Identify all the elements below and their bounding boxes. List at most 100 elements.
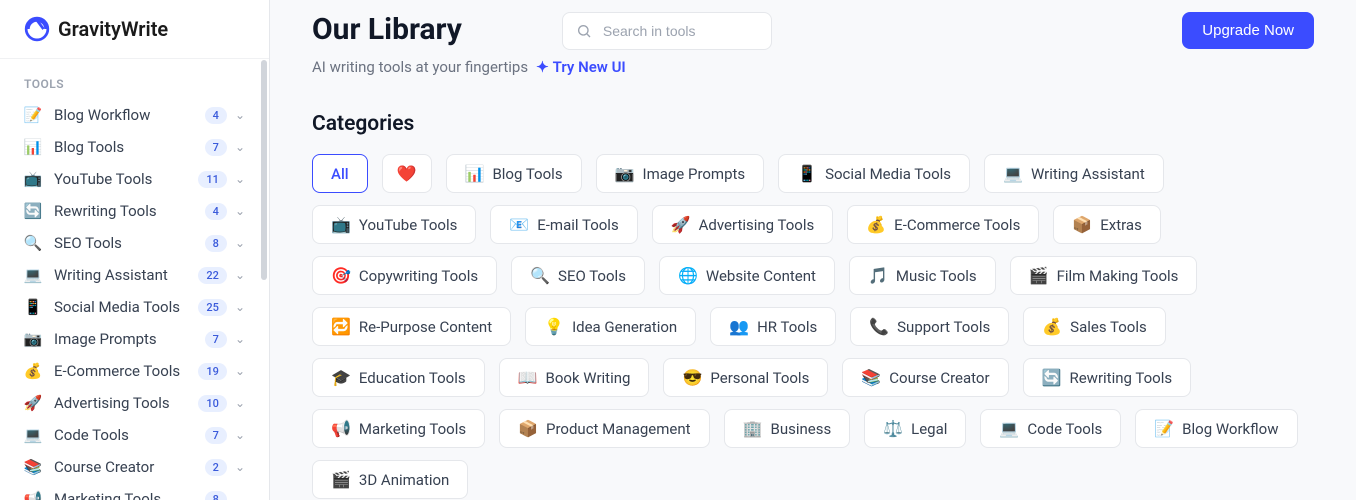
logo[interactable]: GravityWrite	[0, 0, 269, 59]
category-chip[interactable]: 📷Image Prompts	[596, 154, 765, 193]
logo-icon	[24, 16, 50, 42]
chip-icon: 💻	[999, 419, 1019, 438]
chip-icon: 🔁	[331, 317, 351, 336]
tool-count-badge: 22	[198, 267, 227, 284]
tool-icon: 🚀	[24, 394, 42, 412]
category-chip[interactable]: 📢Marketing Tools	[312, 409, 485, 448]
category-chip[interactable]: 🎵Music Tools	[849, 256, 996, 295]
chip-icon: 😎	[682, 368, 702, 387]
chip-icon: 📞	[869, 317, 889, 336]
category-chip[interactable]: 📦Product Management	[499, 409, 709, 448]
sidebar-scrollbar[interactable]	[261, 60, 267, 280]
sparkle-icon: ✦	[536, 58, 549, 76]
sidebar-item[interactable]: 🚀Advertising Tools10⌄	[8, 387, 261, 419]
chevron-down-icon: ⌄	[235, 460, 245, 474]
chip-label: Copywriting Tools	[359, 267, 478, 285]
chip-label: Business	[770, 420, 831, 438]
category-chip[interactable]: 📧E-mail Tools	[490, 205, 637, 244]
sidebar-item[interactable]: 🔄Rewriting Tools4⌄	[8, 195, 261, 227]
chip-icon: 💰	[866, 215, 886, 234]
category-chip[interactable]: 📖Book Writing	[499, 358, 650, 397]
upgrade-button[interactable]: Upgrade Now	[1182, 12, 1314, 49]
category-chip-favorites[interactable]: ❤️	[382, 154, 432, 193]
category-chip[interactable]: 😎Personal Tools	[663, 358, 828, 397]
heart-icon: ❤️	[397, 164, 417, 183]
chip-label: Social Media Tools	[825, 165, 951, 183]
category-chip[interactable]: 📞 Support Tools	[850, 307, 1009, 346]
tool-label: Blog Workflow	[54, 106, 205, 124]
tool-icon: 💻	[24, 426, 42, 444]
header-row: Our Library Upgrade Now	[312, 12, 1314, 50]
try-new-ui-link[interactable]: ✦ Try New UI	[536, 58, 626, 76]
tool-icon: 📢	[24, 490, 42, 500]
category-chip[interactable]: 💻 Code Tools	[980, 409, 1121, 448]
category-chip[interactable]: ⚖️Legal	[864, 409, 966, 448]
chip-icon: 📧	[509, 215, 529, 234]
category-chip[interactable]: 🎬3D Animation	[312, 460, 468, 499]
sidebar-item[interactable]: 📊Blog Tools7⌄	[8, 131, 261, 163]
category-chip[interactable]: 📱Social Media Tools	[778, 154, 970, 193]
category-chip[interactable]: 🎓Education Tools	[312, 358, 485, 397]
tool-count-badge: 4	[205, 203, 227, 220]
sidebar-tool-list: 📝Blog Workflow4⌄📊Blog Tools7⌄📺YouTube To…	[0, 99, 269, 500]
sidebar-item[interactable]: 💻Code Tools7⌄	[8, 419, 261, 451]
category-chip[interactable]: 🎯Copywriting Tools	[312, 256, 497, 295]
sidebar-item[interactable]: 🔍SEO Tools8⌄	[8, 227, 261, 259]
chevron-down-icon: ⌄	[235, 396, 245, 410]
chip-icon: 🏢	[743, 419, 763, 438]
category-chip[interactable]: 💡Idea Generation	[525, 307, 696, 346]
tool-icon: 🔄	[24, 202, 42, 220]
chip-label: Website Content	[706, 267, 816, 285]
tool-label: YouTube Tools	[54, 170, 198, 188]
sidebar-item[interactable]: 📷Image Prompts7⌄	[8, 323, 261, 355]
category-chip[interactable]: 🌐 Website Content	[659, 256, 835, 295]
category-chip[interactable]: 🔄Rewriting Tools	[1023, 358, 1192, 397]
category-chip[interactable]: 📦Extras	[1053, 205, 1161, 244]
chip-icon: 👥	[729, 317, 749, 336]
tool-label: Code Tools	[54, 426, 205, 444]
category-chip[interactable]: 📝Blog Workflow	[1135, 409, 1297, 448]
chip-label: Image Prompts	[642, 165, 745, 183]
chip-label: Course Creator	[889, 369, 989, 387]
sidebar-item[interactable]: 💰E-Commerce Tools19⌄	[8, 355, 261, 387]
chip-icon: 📝	[1154, 419, 1174, 438]
category-chip[interactable]: 🎬Film Making Tools	[1010, 256, 1198, 295]
tool-icon: 💰	[24, 362, 42, 380]
tool-icon: 📷	[24, 330, 42, 348]
search-input[interactable]	[562, 12, 772, 50]
chip-icon: 💡	[544, 317, 564, 336]
tool-count-badge: 10	[198, 395, 227, 412]
sidebar-item[interactable]: 📢Marketing Tools8⌄	[8, 483, 261, 500]
sidebar-item[interactable]: 💻Writing Assistant22⌄	[8, 259, 261, 291]
sidebar-item[interactable]: 📱Social Media Tools25⌄	[8, 291, 261, 323]
category-chip-all[interactable]: All	[312, 154, 368, 193]
chevron-down-icon: ⌄	[235, 140, 245, 154]
chip-label: Film Making Tools	[1057, 267, 1179, 285]
category-chip[interactable]: 💰Sales Tools	[1023, 307, 1165, 346]
page-title: Our Library	[312, 12, 462, 47]
sidebar-item[interactable]: 📝Blog Workflow4⌄	[8, 99, 261, 131]
category-chip[interactable]: 🏢 Business	[724, 409, 851, 448]
chip-label: Code Tools	[1027, 420, 1102, 438]
category-chip[interactable]: 📊Blog Tools	[446, 154, 582, 193]
category-chip[interactable]: 💰 E-Commerce Tools	[847, 205, 1039, 244]
chevron-down-icon: ⌄	[235, 332, 245, 346]
category-chip[interactable]: 📚Course Creator	[842, 358, 1008, 397]
sidebar-item[interactable]: 📺YouTube Tools11⌄	[8, 163, 261, 195]
sidebar-item[interactable]: 📚Course Creator2⌄	[8, 451, 261, 483]
category-chip[interactable]: 👥HR Tools	[710, 307, 836, 346]
category-chip[interactable]: 🔍SEO Tools	[511, 256, 645, 295]
tool-label: Marketing Tools	[54, 490, 205, 500]
chip-label: Support Tools	[897, 318, 990, 336]
category-chip[interactable]: 🔁Re-Purpose Content	[312, 307, 511, 346]
chip-icon: ⚖️	[883, 419, 903, 438]
chevron-down-icon: ⌄	[235, 172, 245, 186]
chip-icon: 🌐	[678, 266, 698, 285]
category-chip[interactable]: 💻Writing Assistant	[984, 154, 1164, 193]
chip-label: E-Commerce Tools	[894, 216, 1020, 234]
chip-icon: 📊	[465, 164, 485, 183]
chip-label: Writing Assistant	[1031, 165, 1145, 183]
category-chip[interactable]: 🚀Advertising Tools	[652, 205, 834, 244]
sidebar: GravityWrite TOOLS 📝Blog Workflow4⌄📊Blog…	[0, 0, 270, 500]
category-chip[interactable]: 📺YouTube Tools	[312, 205, 476, 244]
